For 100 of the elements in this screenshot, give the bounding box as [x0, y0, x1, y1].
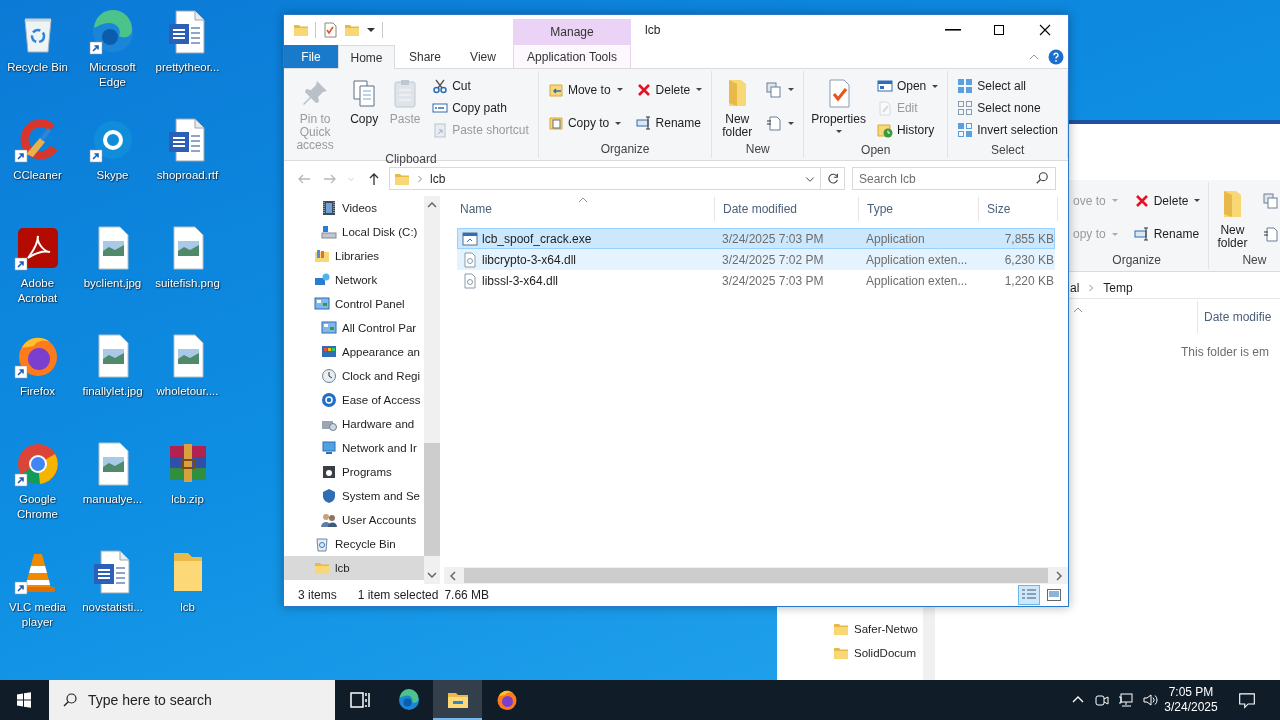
desktop-icon[interactable]: Skype: [75, 112, 150, 220]
nav-item[interactable]: User Accounts: [284, 508, 424, 532]
nav-item[interactable]: SolidDocum: [777, 641, 923, 665]
breadcrumb-item[interactable]: al: [1070, 281, 1080, 295]
taskbar-button[interactable]: [433, 680, 482, 720]
window-title: lcb: [644, 22, 662, 39]
desktop-icon[interactable]: wholetour....: [150, 328, 225, 436]
column-header[interactable]: Name: [452, 197, 715, 221]
desktop-icon[interactable]: suitefish.png: [150, 220, 225, 328]
desktop-icon[interactable]: CCleaner: [0, 112, 75, 220]
nav-item[interactable]: Libraries: [284, 244, 424, 268]
history-icon: [876, 122, 893, 138]
date-modified: 3/24/2025 7:03 PM: [721, 273, 825, 288]
nav-item[interactable]: Recycle Bin: [284, 532, 424, 556]
nav-item[interactable]: Ease of Access: [284, 388, 424, 412]
invert-selection-button[interactable]: Invert selection: [954, 119, 1061, 141]
open-button[interactable]: Open: [873, 75, 942, 97]
file-row[interactable]: libssl-3-x64.dll 3/24/2025 7:03 PM Application exten... 1,220 KB: [457, 270, 1055, 291]
ribbon-tab[interactable]: File: [284, 45, 338, 68]
window-icon: [876, 78, 893, 94]
desktop-icon[interactable]: Firefox: [0, 328, 75, 436]
scroll-thumb[interactable]: [464, 568, 1048, 583]
scroll-thumb[interactable]: [424, 443, 440, 556]
folder-page-icon: [547, 115, 564, 132]
search-field[interactable]: Type here to search: [49, 680, 335, 720]
copy-to-button[interactable]: Copy to: [544, 112, 626, 135]
delete-button[interactable]: Delete: [632, 78, 706, 101]
scrollbar[interactable]: [923, 607, 935, 680]
desktop-icon[interactable]: Recycle Bin: [0, 4, 75, 112]
rename-button[interactable]: Rename: [632, 112, 706, 135]
refresh-button[interactable]: [821, 167, 845, 190]
desktop-icon[interactable]: Google Chrome: [0, 436, 75, 544]
checklist-icon[interactable]: [322, 22, 338, 38]
new-folder-button[interactable]: New folder: [716, 71, 759, 142]
help-icon[interactable]: [1048, 48, 1064, 65]
ribbon-tab[interactable]: Share: [395, 45, 455, 68]
desktop-icon[interactable]: Microsoft Edge: [75, 4, 150, 112]
nav-item[interactable]: Programs: [284, 460, 424, 484]
breadcrumb-item[interactable]: lcb: [430, 171, 446, 186]
caret-icon[interactable]: [366, 25, 376, 35]
desktop-icon[interactable]: prettytheor...: [150, 4, 225, 112]
nav-item[interactable]: Clock and Regi: [284, 364, 424, 388]
horizontal-scrollbar[interactable]: [444, 567, 1068, 584]
search-field[interactable]: Search lcb: [852, 167, 1056, 190]
new-folder-button[interactable]: New folder: [1213, 182, 1252, 253]
desktop-icon[interactable]: shoproad.rtf: [150, 112, 225, 220]
caret-icon: [1111, 199, 1118, 203]
desktop-icon[interactable]: byclient.jpg: [75, 220, 150, 328]
scroll-right-icon[interactable]: [1054, 570, 1064, 581]
nav-item[interactable]: Network: [284, 268, 424, 292]
file-size: 7,855 KB: [1003, 231, 1054, 246]
ribbon-tab[interactable]: Home: [338, 45, 395, 69]
pages-icon: [766, 81, 783, 98]
desktop-icon[interactable]: manualye...: [75, 436, 150, 544]
nav-item[interactable]: Local Disk (C:): [284, 220, 424, 244]
file-row[interactable]: lcb_spoof_crack.exe 3/24/2025 7:03 PM Application 7,855 KB: [457, 228, 1055, 249]
move-to-button[interactable]: Move to: [544, 78, 626, 101]
nav-item[interactable]: System and Se: [284, 484, 424, 508]
nav-item[interactable]: lcb: [284, 556, 424, 580]
file-row[interactable]: libcrypto-3-x64.dll 3/24/2025 7:02 PM Application exten... 6,230 KB: [457, 249, 1055, 270]
nav-item[interactable]: Control Panel: [284, 292, 424, 316]
ribbon-tab[interactable]: View: [455, 45, 511, 68]
copy-button[interactable]: Copy: [345, 71, 384, 152]
desktop-icon[interactable]: finallylet.jpg: [75, 328, 150, 436]
cut-button[interactable]: Cut: [429, 75, 532, 97]
nav-item[interactable]: All Control Par: [284, 316, 424, 340]
copy-path-button[interactable]: Copy path: [429, 97, 532, 119]
scroll-up-icon[interactable]: [427, 200, 437, 210]
column-header[interactable]: Type: [859, 197, 979, 221]
nav-item[interactable]: Appearance an: [284, 340, 424, 364]
select-none-button[interactable]: Select none: [954, 97, 1061, 119]
minimize-icon: [945, 29, 961, 31]
select-all-button[interactable]: Select all: [954, 75, 1061, 97]
column-header[interactable]: Date modified: [715, 197, 859, 221]
delete-icon: [1133, 192, 1150, 209]
history-button[interactable]: History: [873, 119, 942, 141]
breadcrumb-item[interactable]: Temp: [1103, 281, 1133, 295]
column-header[interactable]: Date modifie: [1197, 301, 1272, 333]
caret-icon: [696, 88, 703, 92]
caret-icon: [1111, 232, 1118, 236]
shortcut-icon: [432, 122, 449, 138]
desktop-icon[interactable]: Adobe Acrobat: [0, 220, 75, 328]
ribbon-tab[interactable]: Application Tools: [513, 45, 631, 68]
rename-button[interactable]: Rename: [1131, 223, 1203, 246]
file-type: Application exten...: [865, 252, 969, 267]
vertical-scrollbar[interactable]: [424, 196, 440, 584]
nav-item[interactable]: Network and Ir: [284, 436, 424, 460]
nav-item[interactable]: Hardware and: [284, 412, 424, 436]
clock[interactable]: 7:05 PM 3/24/2025: [1162, 680, 1220, 720]
nav-item[interactable]: Safer-Netwo: [777, 617, 923, 641]
scroll-down-icon[interactable]: [427, 570, 437, 580]
column-header[interactable]: Size: [979, 197, 1058, 221]
nav-item[interactable]: Videos: [284, 196, 424, 220]
properties-button[interactable]: Properties: [808, 71, 869, 143]
control-panel-icon: [321, 320, 337, 336]
address-bar[interactable]: lcb: [389, 167, 821, 190]
delete-button[interactable]: Delete: [1131, 189, 1203, 212]
film-icon: [321, 200, 337, 216]
rename-icon: [635, 115, 652, 132]
scroll-left-icon[interactable]: [448, 570, 458, 581]
